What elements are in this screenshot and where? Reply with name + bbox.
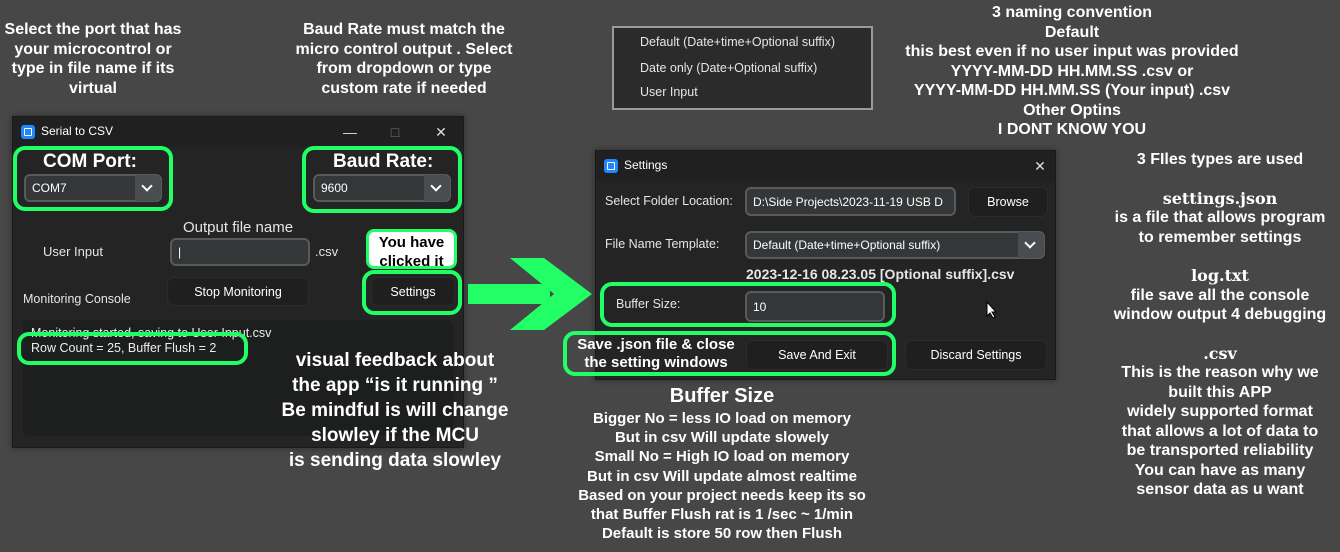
filename-preview: 2023-12-16 08.23.05 [Optional suffix].cs… <box>746 266 1015 282</box>
template-select[interactable]: Default (Date+time+Optional suffix) <box>745 231 1045 259</box>
browse-button[interactable]: Browse <box>968 187 1048 217</box>
menu-option-user-input[interactable]: User Input <box>640 85 698 99</box>
template-label: File Name Template: <box>605 237 720 251</box>
note-feedback: visual feedback about the app “is it run… <box>281 350 509 471</box>
mouse-cursor-icon <box>986 301 998 319</box>
note-baud: Baud Rate must match the micro control o… <box>295 21 513 97</box>
arrow-right-icon <box>510 258 592 330</box>
folder-label: Select Folder Location: <box>605 194 733 208</box>
stop-monitoring-button[interactable]: Stop Monitoring <box>167 277 309 306</box>
clicked-bubble: You have clicked it <box>366 229 457 270</box>
csv-suffix: .csv <box>315 244 339 259</box>
highlight-buffer-size <box>600 282 896 327</box>
minimize-icon[interactable]: — <box>335 121 365 143</box>
discard-settings-button[interactable]: Discard Settings <box>905 340 1047 370</box>
note-naming: 3 naming convention Default this best ev… <box>905 4 1239 138</box>
folder-input[interactable]: D:\Side Projects\2023-11-19 USB D <box>745 187 956 216</box>
highlight-console <box>17 332 248 365</box>
note-buffer: Buffer Size Bigger No = less IO load on … <box>578 385 866 543</box>
menu-option-date-only[interactable]: Date only (Date+Optional suffix) <box>640 61 817 75</box>
close-icon[interactable]: ✕ <box>426 121 456 143</box>
monitoring-console-label: Monitoring Console <box>23 292 131 306</box>
app-icon <box>604 159 618 173</box>
menu-option-default[interactable]: Default (Date+time+Optional suffix) <box>640 35 835 49</box>
highlight-baud-rate <box>302 146 462 213</box>
template-dropdown-menu: Default (Date+time+Optional suffix) Date… <box>612 26 873 110</box>
note-save: Save .json file & close the setting wind… <box>577 336 735 371</box>
serial-titlebar: Serial to CSV — □ ✕ <box>13 117 463 147</box>
note-port: Select the port that has your microcontr… <box>4 21 182 97</box>
window-title: Serial to CSV <box>41 124 114 138</box>
close-icon[interactable]: ✕ <box>1025 155 1055 177</box>
user-input-label: User Input <box>43 244 103 259</box>
output-file-label: Output file name <box>183 219 294 236</box>
settings-title: Settings <box>624 158 668 172</box>
app-icon <box>21 125 35 139</box>
highlight-com-port <box>13 146 173 211</box>
chevron-down-icon[interactable] <box>1018 232 1044 258</box>
maximize-icon[interactable]: □ <box>380 121 410 143</box>
highlight-settings <box>362 270 462 315</box>
settings-titlebar: Settings ✕ <box>596 151 1055 181</box>
file-name-input[interactable]: | <box>170 238 310 266</box>
note-files: 3 FIles types are used settings.json is … <box>1113 151 1327 498</box>
